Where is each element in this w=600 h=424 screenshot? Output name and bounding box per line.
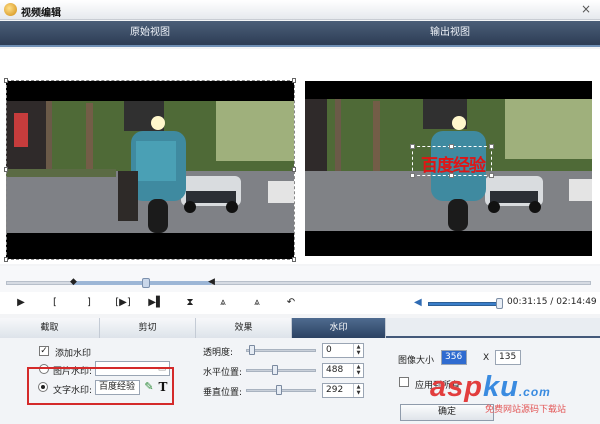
set-end-button[interactable]: ] [80,295,98,311]
transparency-knob[interactable] [249,345,255,355]
end-marker-icon[interactable]: ◀ [208,275,215,289]
video-edit-window: 视频编辑 × 原始视图 输出视图 百度经验 ◆ ◀ ▶ [] [▶] ▶▌ ⧗… [0,0,600,424]
crop-handle[interactable] [292,257,296,262]
size-x-label: X [483,353,490,363]
image-height-field[interactable]: 135 [495,350,521,365]
apply-all-checkbox[interactable] [399,377,409,387]
watermark-handle[interactable] [449,173,454,178]
watermark-box[interactable]: 百度经验 [412,146,492,176]
original-preview [0,49,300,264]
horizontal-slider[interactable] [246,369,316,372]
transparency-slider[interactable] [246,349,316,352]
time-current: 00:31:15 [507,297,548,307]
watermark-handle[interactable] [489,173,494,178]
crop-handle[interactable] [4,257,8,262]
volume-icon[interactable]: ◀ [414,295,426,311]
vertical-spinner[interactable]: 292 ▲ ▼ [322,383,364,398]
tab-effects[interactable]: 效果 [196,318,292,338]
add-watermark-label: 添加水印 [55,349,92,359]
start-marker-icon[interactable]: ◆ [70,275,77,289]
crop-handle[interactable] [292,167,296,172]
output-view-label: 输出视图 [430,27,470,38]
tab-trim[interactable]: 截取 [0,318,100,338]
volume-knob[interactable] [496,298,503,309]
next-frame-button[interactable]: ▶▌ [147,295,165,311]
image-size-label: 图像大小 [398,356,435,366]
vertical-knob[interactable] [276,385,282,395]
crop-handle[interactable] [4,78,8,83]
app-icon [4,3,17,16]
crop-handle[interactable] [4,167,8,172]
center-button[interactable]: ⧗ [181,295,199,311]
playback-controls: ▶ [ ] [▶] ▶▌ ⧗ ⩓ ⩓ ↶ ◀ 00:31:15 / 02:14:… [0,292,600,314]
watermark-handle[interactable] [410,144,415,149]
time-display: 00:31:15 / 02:14:49 [507,297,597,307]
play-selection-button[interactable]: [▶] [112,295,134,311]
add-watermark-checkbox[interactable]: ✓ [39,346,49,356]
tab-bar: 截取 剪切 效果 水印 [0,318,600,338]
ok-button[interactable]: 确定 [400,404,494,421]
apply-all-label: 应用到所有 [415,381,461,391]
mark-button-2[interactable]: ⩓ [248,295,266,311]
close-icon[interactable]: × [578,2,594,17]
horizontal-label: 水平位置: [203,368,243,378]
time-total: 02:14:49 [556,297,597,307]
volume-slider[interactable] [428,302,502,306]
undo-button[interactable]: ↶ [282,295,300,311]
set-start-button[interactable]: [ [46,295,64,311]
original-view-label: 原始视图 [130,27,170,38]
view-header: 原始视图 输出视图 [0,21,600,47]
transparency-spinner[interactable]: 0 ▲ ▼ [322,343,364,358]
window-title: 视频编辑 [21,8,61,19]
crop-handle[interactable] [292,78,296,83]
transparency-value: 0 [326,345,332,355]
mark-button[interactable]: ⩓ [214,295,232,311]
scooter-scene-image [6,81,294,259]
transparency-label: 透明度: [203,348,234,358]
time-separator: / [550,297,554,307]
watermark-handle[interactable] [410,173,415,178]
spinner-arrows-icon[interactable]: ▲ ▼ [353,364,363,377]
vertical-value: 292 [326,385,344,395]
tab-watermark[interactable]: 水印 [292,318,386,338]
watermark-handle[interactable] [449,144,454,149]
horizontal-knob[interactable] [272,365,278,375]
horizontal-value: 488 [326,365,344,375]
timeline: ◆ ◀ [0,266,600,292]
play-button[interactable]: ▶ [12,295,30,311]
playhead[interactable] [142,278,150,288]
watermark-handle[interactable] [489,144,494,149]
horizontal-spinner[interactable]: 488 ▲ ▼ [322,363,364,378]
image-width-field[interactable]: 356 [441,350,467,365]
spinner-arrows-icon[interactable]: ▲ ▼ [353,384,363,397]
vertical-label: 垂直位置: [203,388,243,398]
spinner-arrows-icon[interactable]: ▲ ▼ [353,344,363,357]
title-bar: 视频编辑 × [0,0,600,20]
original-video-frame [6,81,294,259]
tab-cut[interactable]: 剪切 [100,318,196,338]
text-watermark-highlight [27,367,174,405]
